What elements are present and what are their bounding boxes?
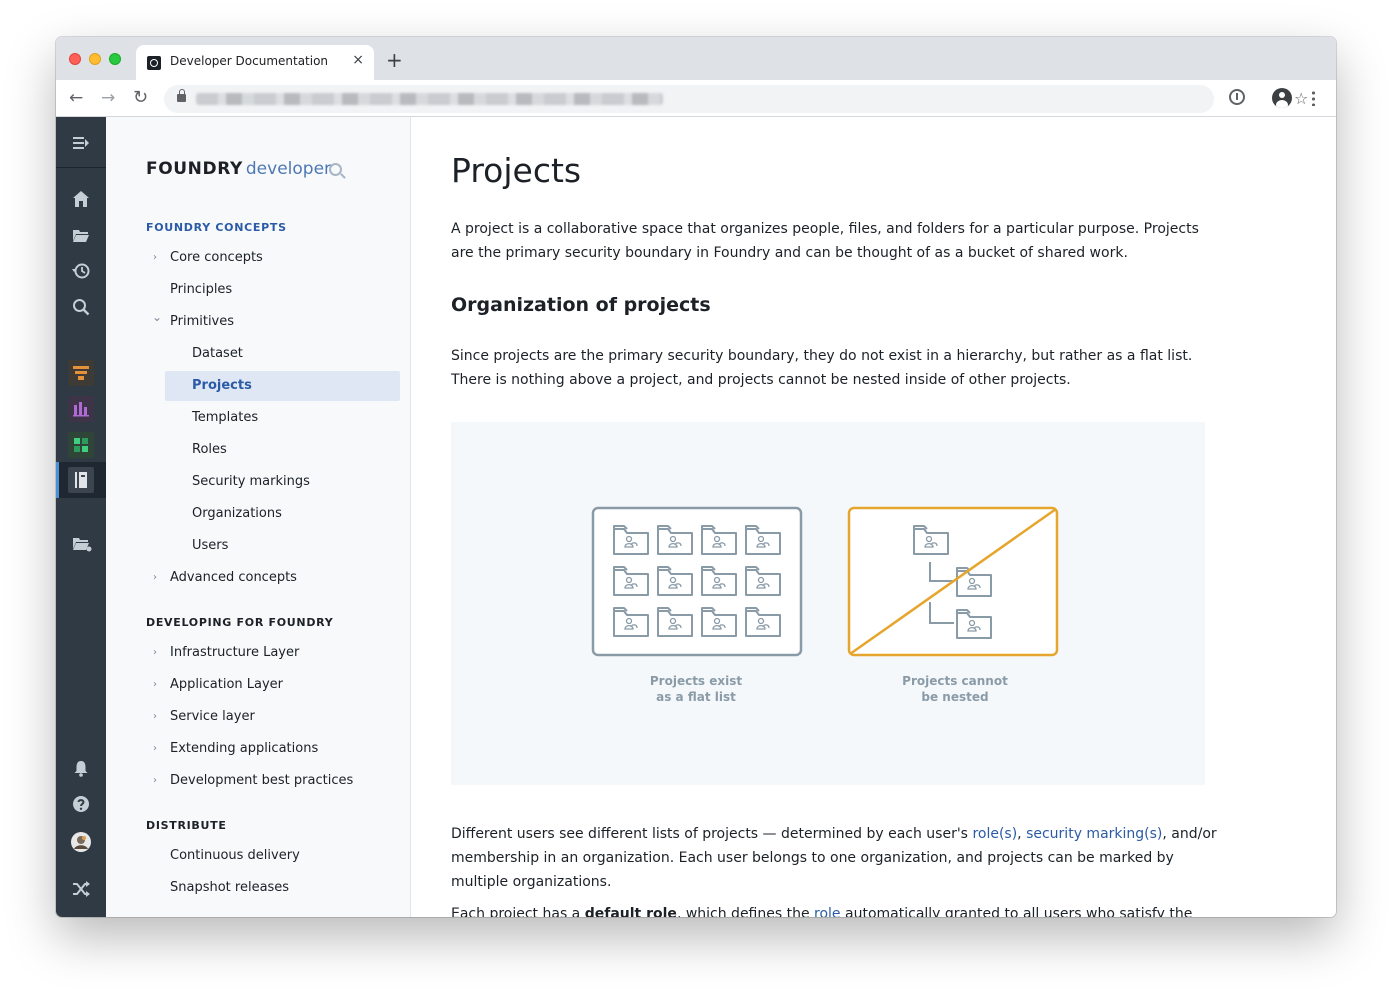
sidebar-toggle-icon[interactable] <box>72 134 90 152</box>
folder-icon[interactable] <box>72 226 90 244</box>
close-window-button[interactable] <box>69 53 81 65</box>
docs-sidebar: FOUNDRY developer FOUNDRY CONCEPTS › Core… <box>106 117 411 917</box>
browser-window: Developer Documentation × + ← → ↻ ☆ FOUN… <box>56 37 1336 917</box>
avatar[interactable] <box>71 832 91 852</box>
shuffle-icon[interactable] <box>72 880 90 898</box>
home-icon[interactable] <box>72 190 90 208</box>
article: Projects A project is a collaborative sp… <box>411 117 1336 917</box>
default-role-paragraph: Each project has a default role, which d… <box>451 902 1221 917</box>
brand-secondary: developer <box>245 159 332 179</box>
section-foundry-concepts: FOUNDRY CONCEPTS <box>146 221 287 234</box>
nav-core-concepts[interactable]: Core concepts <box>170 243 263 273</box>
tab-title: Developer Documentation <box>170 54 329 68</box>
roles-link[interactable]: role(s) <box>972 826 1017 842</box>
nav-service-layer[interactable]: Service layer <box>170 702 255 732</box>
new-tab-button[interactable]: + <box>386 50 403 70</box>
nav-projects[interactable]: Projects <box>165 371 400 401</box>
projects-diagram-svg <box>591 506 1059 657</box>
minimize-window-button[interactable] <box>89 53 101 65</box>
default-role-text-1: Each project has a <box>451 906 585 917</box>
title-bar: Developer Documentation × + <box>56 37 1336 80</box>
nav-development-best-practices[interactable]: Development best practices <box>170 766 353 796</box>
caption-not-nested-line1: Projects cannot <box>902 674 1008 688</box>
grid-app-icon[interactable] <box>68 432 94 458</box>
history-icon[interactable] <box>72 262 90 280</box>
nav-primitives[interactable]: Primitives <box>170 307 234 337</box>
nav-security-markings[interactable]: Security markings <box>192 467 310 497</box>
chart-app-icon[interactable] <box>68 396 94 422</box>
icon-bar-divider <box>56 167 106 168</box>
nav-dataset[interactable]: Dataset <box>192 339 243 369</box>
nav-organizations[interactable]: Organizations <box>192 499 282 529</box>
nav-extending-applications[interactable]: Extending applications <box>170 734 318 764</box>
page-title: Projects <box>451 151 582 190</box>
visibility-paragraph: Different users see different lists of p… <box>451 822 1221 894</box>
page-content: FOUNDRY developer FOUNDRY CONCEPTS › Core… <box>56 117 1336 917</box>
lock-icon <box>177 89 186 102</box>
default-role-text-2: , which defines the <box>676 906 815 917</box>
nav-principles[interactable]: Principles <box>170 275 232 305</box>
visibility-text-1: Different users see different lists of p… <box>451 826 973 842</box>
maximize-window-button[interactable] <box>109 53 121 65</box>
nav-roles[interactable]: Roles <box>192 435 227 465</box>
browser-toolbar: ← → ↻ ☆ <box>56 80 1336 117</box>
docs-search-icon[interactable] <box>329 163 342 176</box>
bell-icon[interactable] <box>72 759 90 777</box>
default-role-text-3: automatically granted to all users who s… <box>840 906 1193 917</box>
reload-button[interactable]: ↻ <box>133 88 148 108</box>
chevron-down-icon[interactable]: ⌄ <box>152 311 162 323</box>
section-developing-for-foundry: DEVELOPING FOR FOUNDRY <box>146 616 334 629</box>
book-app-icon[interactable] <box>68 467 94 493</box>
hierarchy-paragraph: Since projects are the primary security … <box>451 348 1193 388</box>
chevron-right-icon[interactable]: › <box>153 711 157 722</box>
caption-not-nested-line2: be nested <box>921 690 989 704</box>
chevron-right-icon[interactable]: › <box>153 252 157 263</box>
brand-logo[interactable]: FOUNDRY developer <box>146 159 331 179</box>
favicon-icon <box>147 56 161 70</box>
caption-flat-list-line1: Projects exist <box>649 674 743 688</box>
help-icon[interactable] <box>72 795 90 813</box>
visibility-sep: , <box>1017 826 1027 842</box>
folder-share-icon[interactable] <box>72 535 92 553</box>
nav-templates[interactable]: Templates <box>192 403 258 433</box>
address-bar[interactable]: ☆ <box>164 85 1308 113</box>
projects-diagram: Projects exist as a flat list Projects c… <box>451 422 1205 785</box>
nav-advanced-concepts[interactable]: Advanced concepts <box>170 563 297 593</box>
section-distribute: DISTRIBUTE <box>146 819 227 832</box>
nav-continuous-delivery[interactable]: Continuous delivery <box>170 841 300 871</box>
chevron-right-icon[interactable]: › <box>153 572 157 583</box>
caption-flat-list: Projects exist as a flat list <box>596 673 796 705</box>
profile-icon[interactable] <box>1272 88 1292 108</box>
browser-tab[interactable]: Developer Documentation × <box>136 45 374 80</box>
search-icon[interactable] <box>72 298 90 316</box>
intro-paragraph: A project is a collaborative space that … <box>451 221 1199 261</box>
brand-primary: FOUNDRY <box>146 159 243 179</box>
caption-not-nested: Projects cannot be nested <box>855 673 1055 705</box>
nav-infrastructure-layer[interactable]: Infrastructure Layer <box>170 638 299 668</box>
funnel-app-icon[interactable] <box>68 360 94 386</box>
forward-button[interactable]: → <box>101 88 115 108</box>
tab-close-icon[interactable]: × <box>352 52 364 68</box>
security-markings-link[interactable]: security marking(s) <box>1026 826 1162 842</box>
extension-icon[interactable] <box>1229 89 1245 105</box>
chevron-right-icon[interactable]: › <box>153 647 157 658</box>
bookmark-star-icon[interactable]: ☆ <box>1294 89 1308 108</box>
role-link[interactable]: role <box>814 906 841 917</box>
chevron-right-icon[interactable]: › <box>153 679 157 690</box>
browser-menu-icon[interactable] <box>1312 90 1315 106</box>
nav-application-layer[interactable]: Application Layer <box>170 670 283 700</box>
back-button[interactable]: ← <box>69 88 83 108</box>
chevron-right-icon[interactable]: › <box>153 743 157 754</box>
chevron-right-icon[interactable]: › <box>153 775 157 786</box>
section-heading: Organization of projects <box>451 294 711 316</box>
default-role-bold: default role <box>584 906 677 917</box>
app-icon-bar <box>56 117 106 917</box>
nav-snapshot-releases[interactable]: Snapshot releases <box>170 873 289 903</box>
caption-flat-list-line2: as a flat list <box>656 690 736 704</box>
url-text-redacted <box>196 93 663 105</box>
nav-users[interactable]: Users <box>192 531 228 561</box>
